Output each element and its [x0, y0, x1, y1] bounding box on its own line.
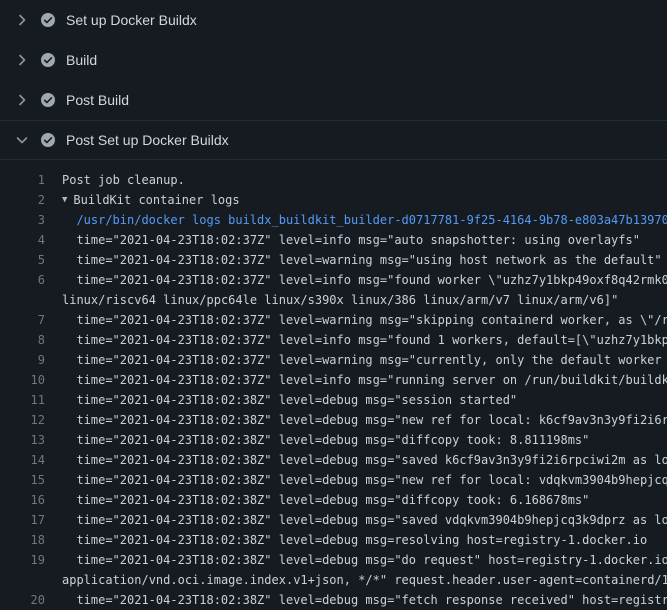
log-line-text: time="2021-04-23T18:02:38Z" level=debug … [62, 550, 667, 570]
log-line: 17 time="2021-04-23T18:02:38Z" level=deb… [0, 510, 667, 530]
log-group-toggle-icon[interactable]: ▼ [62, 190, 67, 210]
log-line-text: time="2021-04-23T18:02:37Z" level=warnin… [62, 310, 667, 330]
log-line: 13 time="2021-04-23T18:02:38Z" level=deb… [0, 430, 667, 450]
log-line-number[interactable]: 13 [0, 430, 45, 450]
log-line-text: time="2021-04-23T18:02:38Z" level=debug … [62, 490, 589, 510]
log-line-number[interactable]: 6 [0, 270, 45, 290]
log-line-text: time="2021-04-23T18:02:37Z" level=info m… [62, 370, 667, 390]
log-line-number[interactable]: 20 [0, 590, 45, 610]
log-line: 6 time="2021-04-23T18:02:37Z" level=info… [0, 270, 667, 290]
log-line-text: time="2021-04-23T18:02:37Z" level=info m… [62, 230, 640, 250]
log-line: 20 time="2021-04-23T18:02:38Z" level=deb… [0, 590, 667, 610]
log-line-number[interactable]: 16 [0, 490, 45, 510]
log-line-text: application/vnd.oci.image.index.v1+json,… [62, 570, 667, 590]
log-line-text: time="2021-04-23T18:02:38Z" level=debug … [62, 590, 667, 610]
log-line: 10 time="2021-04-23T18:02:37Z" level=inf… [0, 370, 667, 390]
log-line-text: time="2021-04-23T18:02:38Z" level=debug … [62, 390, 517, 410]
log-line-number[interactable]: 14 [0, 450, 45, 470]
log-line: 5 time="2021-04-23T18:02:37Z" level=warn… [0, 250, 667, 270]
log-line-number[interactable]: 11 [0, 390, 45, 410]
log-line-text: time="2021-04-23T18:02:38Z" level=debug … [62, 530, 647, 550]
check-circle-icon [40, 52, 56, 68]
log-line-text: time="2021-04-23T18:02:37Z" level=info m… [62, 330, 667, 350]
log-line-number[interactable]: 15 [0, 470, 45, 490]
section-header[interactable]: Set up Docker Buildx [0, 0, 667, 40]
log-line-number[interactable]: 8 [0, 330, 45, 350]
chevron-right-icon[interactable] [14, 92, 30, 108]
log-line-text: time="2021-04-23T18:02:37Z" level=warnin… [62, 250, 662, 270]
check-circle-icon [40, 12, 56, 28]
log-line-number[interactable]: 19 [0, 550, 45, 570]
log-line-text: time="2021-04-23T18:02:38Z" level=debug … [62, 410, 667, 430]
chevron-right-icon[interactable] [14, 52, 30, 68]
log-line-number[interactable] [0, 290, 45, 310]
log-line: 11 time="2021-04-23T18:02:38Z" level=deb… [0, 390, 667, 410]
section-label: Build [66, 52, 97, 68]
log-area: 1 Post job cleanup. 2 ▼ BuildKit containe… [0, 160, 667, 610]
log-line-text: time="2021-04-23T18:02:37Z" level=warnin… [62, 350, 667, 370]
log-line: 1 Post job cleanup. [0, 170, 667, 190]
log-line-number[interactable]: 5 [0, 250, 45, 270]
log-line-number[interactable]: 12 [0, 410, 45, 430]
log-line-number[interactable] [0, 570, 45, 590]
check-circle-icon [40, 92, 56, 108]
log-line: 8 time="2021-04-23T18:02:37Z" level=info… [0, 330, 667, 350]
log-line: 2 ▼ BuildKit container logs [0, 190, 667, 210]
log-line: 14 time="2021-04-23T18:02:38Z" level=deb… [0, 450, 667, 470]
log-line: 19 time="2021-04-23T18:02:38Z" level=deb… [0, 550, 667, 570]
log-line-text: BuildKit container logs [73, 190, 239, 210]
log-line-text: /usr/bin/docker logs buildx_buildkit_bui… [62, 210, 667, 230]
log-line-number[interactable]: 10 [0, 370, 45, 390]
log-line-number[interactable]: 7 [0, 310, 45, 330]
log-line-number[interactable]: 17 [0, 510, 45, 530]
section-header[interactable]: Post Build [0, 80, 667, 120]
log-line-text: time="2021-04-23T18:02:38Z" level=debug … [62, 470, 667, 490]
section-header[interactable]: Build [0, 40, 667, 80]
log-line: 18 time="2021-04-23T18:02:38Z" level=deb… [0, 530, 667, 550]
log-line-text: Post job cleanup. [62, 170, 185, 190]
log-line: 3 /usr/bin/docker logs buildx_buildkit_b… [0, 210, 667, 230]
log-line-text: linux/riscv64 linux/ppc64le linux/s390x … [62, 290, 618, 310]
chevron-down-icon[interactable] [14, 132, 30, 148]
log-line: 7 time="2021-04-23T18:02:37Z" level=warn… [0, 310, 667, 330]
step-list: Set up Docker Buildx Build Post Buil [0, 0, 667, 160]
log-line-number[interactable]: 9 [0, 350, 45, 370]
log-line-text: time="2021-04-23T18:02:38Z" level=debug … [62, 450, 667, 470]
log-line: 16 time="2021-04-23T18:02:38Z" level=deb… [0, 490, 667, 510]
chevron-right-icon[interactable] [14, 12, 30, 28]
log-line-number[interactable]: 4 [0, 230, 45, 250]
section-label: Post Build [66, 92, 129, 108]
log-line-text: time="2021-04-23T18:02:37Z" level=info m… [62, 270, 667, 290]
log-line-text: time="2021-04-23T18:02:38Z" level=debug … [62, 510, 667, 530]
section-header[interactable]: Post Set up Docker Buildx [0, 120, 667, 160]
actions-log-viewer: Set up Docker Buildx Build Post Buil [0, 0, 667, 600]
log-line: 9 time="2021-04-23T18:02:37Z" level=warn… [0, 350, 667, 370]
log-line: 15 time="2021-04-23T18:02:38Z" level=deb… [0, 470, 667, 490]
log-line-number[interactable]: 1 [0, 170, 45, 190]
log-line-number[interactable]: 3 [0, 210, 45, 230]
log-line: 4 time="2021-04-23T18:02:37Z" level=info… [0, 230, 667, 250]
log-line: 12 time="2021-04-23T18:02:38Z" level=deb… [0, 410, 667, 430]
section-label: Set up Docker Buildx [66, 12, 197, 28]
check-circle-icon [40, 132, 56, 148]
log-line: linux/riscv64 linux/ppc64le linux/s390x … [0, 290, 667, 310]
log-line-text: time="2021-04-23T18:02:38Z" level=debug … [62, 430, 589, 450]
log-line: application/vnd.oci.image.index.v1+json,… [0, 570, 667, 590]
log-line-number[interactable]: 18 [0, 530, 45, 550]
log-line-number[interactable]: 2 [0, 190, 45, 210]
section-label: Post Set up Docker Buildx [66, 132, 229, 148]
